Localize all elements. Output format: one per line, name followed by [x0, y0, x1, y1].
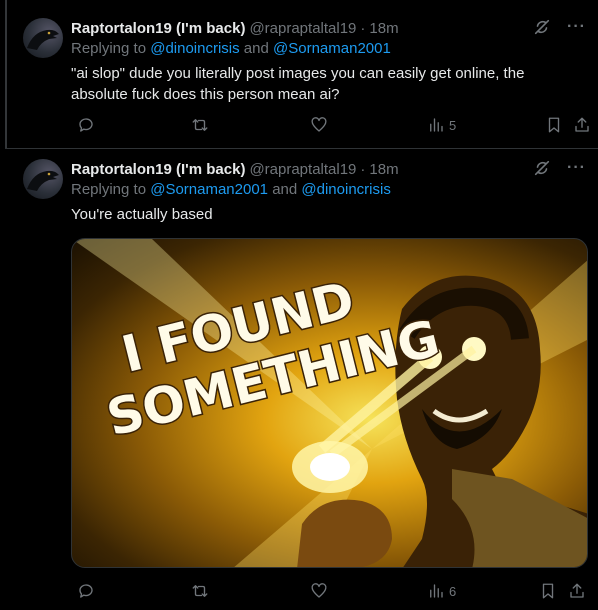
- separator-dot: ·: [360, 160, 366, 178]
- timestamp[interactable]: 18m: [369, 161, 398, 178]
- grok-icon[interactable]: [533, 18, 551, 36]
- share-icon: [575, 117, 589, 132]
- retweet-button[interactable]: [191, 116, 209, 134]
- reply-button[interactable]: [77, 116, 95, 134]
- share-icon: [570, 583, 584, 598]
- mention-link[interactable]: @Sornaman2001: [150, 181, 268, 198]
- like-button[interactable]: [310, 116, 328, 134]
- views-count: 5: [449, 117, 457, 133]
- user-handle[interactable]: @rapraptaltal19: [249, 161, 356, 178]
- action-bar: 5: [71, 116, 590, 138]
- tweet-text: "ai slop" dude you literally post images…: [71, 65, 525, 103]
- tweet-header: Raptortalon19 (I'm back) @rapraptaltal19…: [71, 17, 588, 39]
- action-bar: 6: [71, 582, 590, 604]
- retweet-button[interactable]: [191, 582, 209, 600]
- display-name[interactable]: Raptortalon19 (I'm back): [71, 20, 245, 37]
- share-button[interactable]: [573, 116, 591, 134]
- raptor-avatar-icon: [27, 29, 59, 50]
- views-button[interactable]: 5: [427, 116, 456, 134]
- bookmark-icon: [548, 117, 560, 133]
- tweet-1[interactable]: Raptortalon19 (I'm back) @rapraptaltal19…: [5, 0, 598, 148]
- replying-prefix: Replying to: [71, 181, 151, 198]
- mention-link[interactable]: @dinoincrisis: [150, 40, 239, 57]
- views-icon: [430, 118, 443, 132]
- display-name[interactable]: Raptortalon19 (I'm back): [71, 161, 245, 178]
- bookmark-button[interactable]: [539, 582, 557, 600]
- retweet-icon: [192, 119, 208, 131]
- mention-link[interactable]: @dinoincrisis: [301, 181, 390, 198]
- views-button[interactable]: 6: [427, 582, 456, 600]
- header-actions: ···: [533, 159, 586, 177]
- views-icon: [430, 584, 443, 598]
- views-count: 6: [449, 583, 457, 599]
- bookmark-button[interactable]: [545, 116, 563, 134]
- retweet-icon: [192, 585, 208, 597]
- replying-and: and: [268, 181, 302, 198]
- like-icon: [311, 117, 327, 132]
- share-button[interactable]: [568, 582, 586, 600]
- tweet-text: You're actually based: [71, 206, 213, 223]
- like-icon: [311, 583, 327, 598]
- like-button[interactable]: [310, 582, 328, 600]
- user-handle[interactable]: @rapraptaltal19: [249, 20, 356, 37]
- reply-icon: [79, 584, 93, 598]
- reply-icon: [79, 118, 93, 132]
- reply-button[interactable]: [77, 582, 95, 600]
- separator-dot: ·: [360, 19, 366, 37]
- header-actions: ···: [533, 18, 586, 36]
- meme-illustration: I FOUND SOMETHING: [72, 239, 587, 567]
- timestamp[interactable]: 18m: [369, 20, 398, 37]
- replying-and: and: [239, 40, 274, 57]
- avatar[interactable]: [23, 18, 63, 58]
- replying-to: Replying to @dinoincrisis and @Sornaman2…: [71, 40, 391, 57]
- grok-icon[interactable]: [533, 159, 551, 177]
- more-icon[interactable]: ···: [567, 18, 586, 36]
- more-icon[interactable]: ···: [567, 159, 586, 177]
- bookmark-icon: [542, 583, 554, 599]
- tweet-image[interactable]: I FOUND SOMETHING: [71, 238, 588, 568]
- raptor-avatar-icon: [27, 170, 59, 191]
- tweet-header: Raptortalon19 (I'm back) @rapraptaltal19…: [71, 158, 588, 180]
- replying-to: Replying to @Sornaman2001 and @dinoincri…: [71, 181, 391, 198]
- avatar[interactable]: [23, 159, 63, 199]
- mention-link[interactable]: @Sornaman2001: [273, 40, 391, 57]
- replying-prefix: Replying to: [71, 40, 151, 57]
